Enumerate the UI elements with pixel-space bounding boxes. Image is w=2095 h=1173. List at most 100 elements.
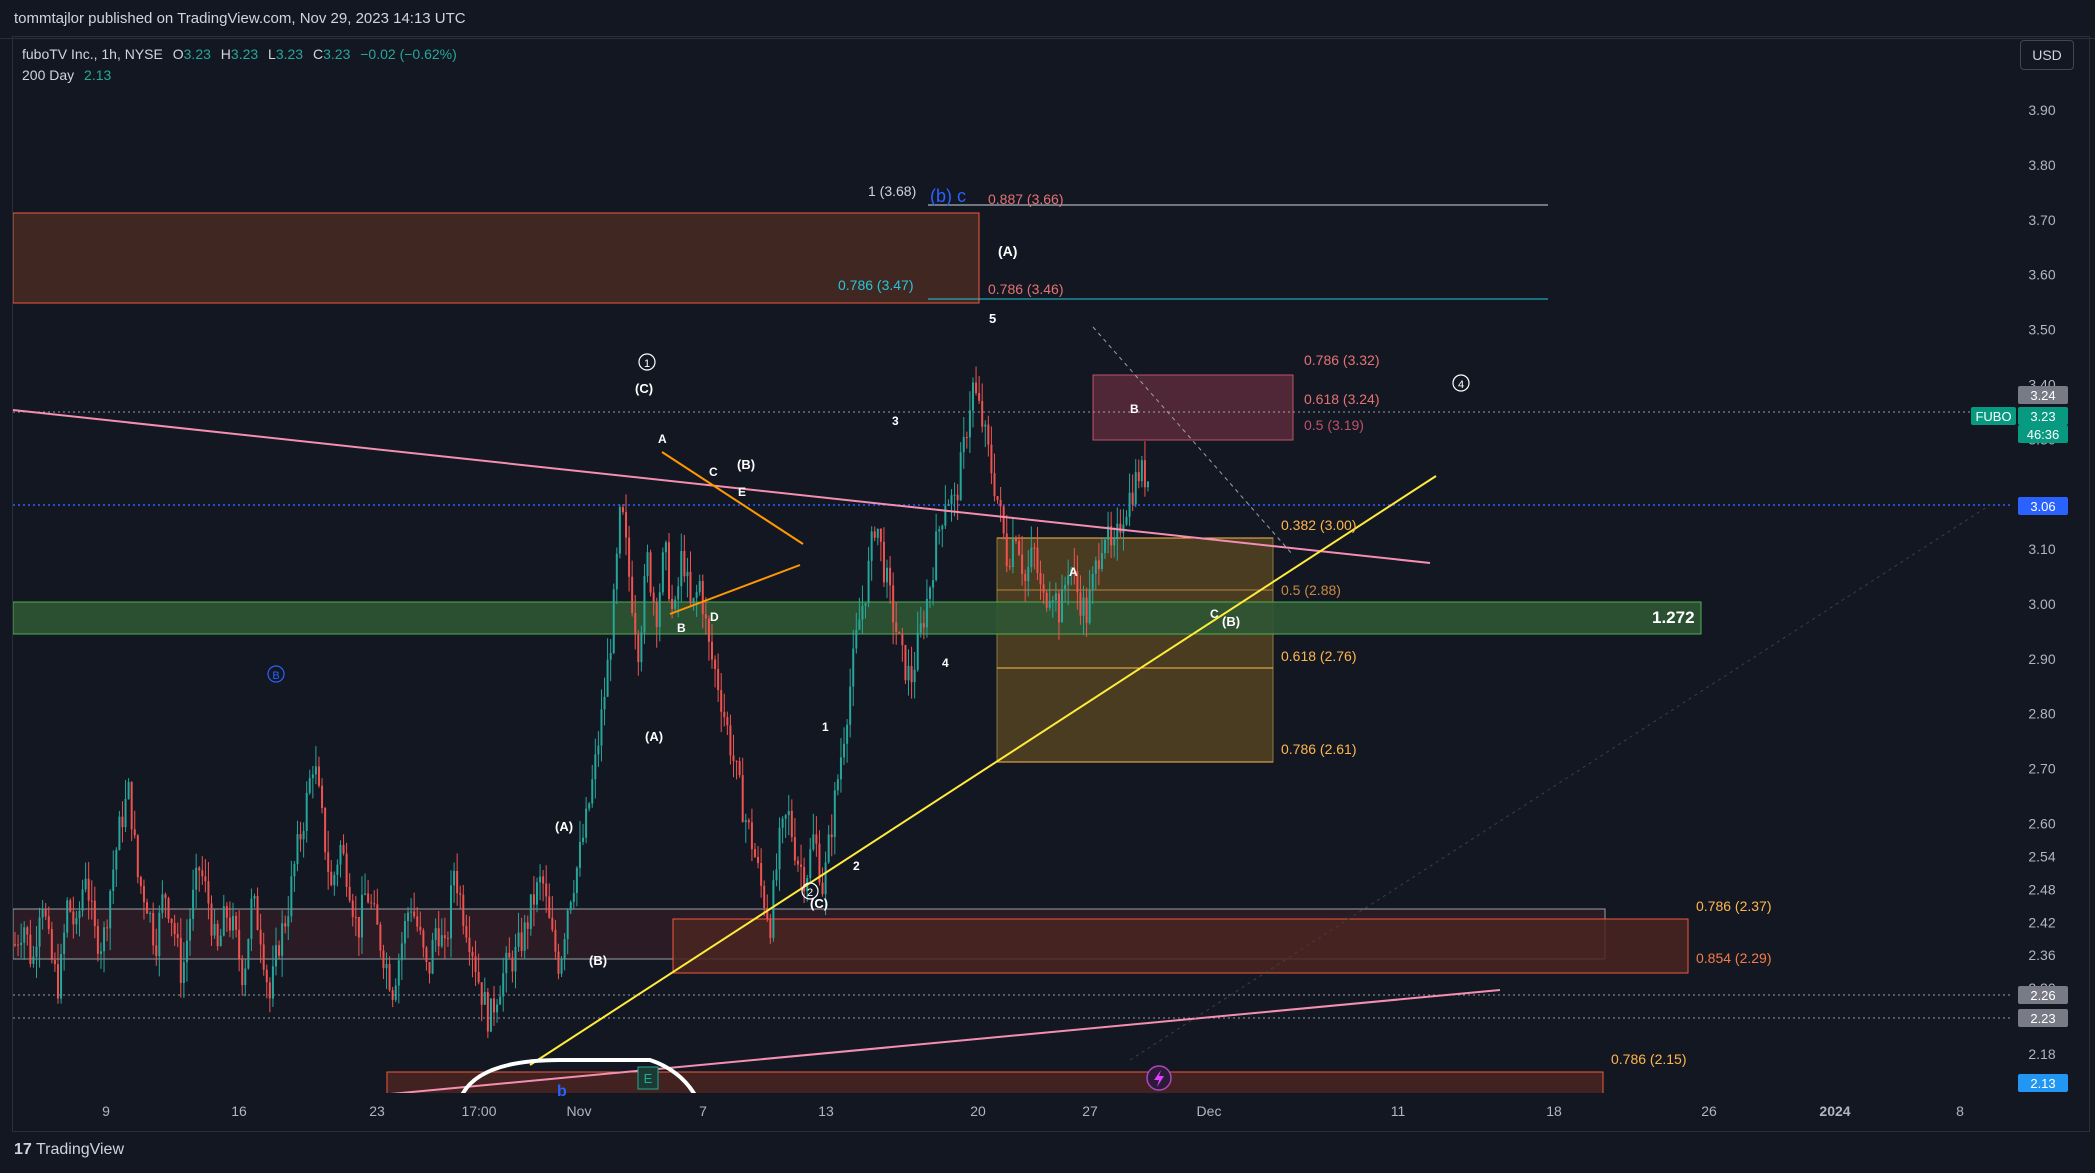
candle-body bbox=[290, 876, 293, 917]
candle-body bbox=[1054, 593, 1057, 601]
candle-body bbox=[671, 598, 674, 609]
candle-body bbox=[1116, 523, 1119, 540]
candle-body bbox=[892, 585, 895, 623]
candle-body bbox=[873, 531, 876, 538]
candle-body bbox=[247, 939, 250, 969]
candle-body bbox=[1045, 592, 1048, 608]
candle-body bbox=[1057, 593, 1060, 623]
candle-body bbox=[1140, 460, 1143, 482]
candle-body bbox=[115, 849, 118, 870]
wave-label-C-small: C bbox=[1210, 607, 1219, 621]
candle-body bbox=[968, 410, 971, 438]
candle-body bbox=[161, 894, 164, 913]
candle-body bbox=[790, 810, 793, 838]
candle-body bbox=[403, 921, 406, 944]
candle-body bbox=[628, 537, 631, 577]
candle-body bbox=[474, 956, 477, 973]
price-tick-9: 2.90 bbox=[2028, 651, 2055, 667]
candle-body bbox=[1119, 523, 1122, 533]
tv-logo-icon: 17 bbox=[14, 1141, 32, 1158]
time-tick-11: 18 bbox=[1546, 1103, 1562, 1119]
candle-body bbox=[284, 923, 287, 927]
candle-body bbox=[250, 898, 253, 940]
candle-body bbox=[695, 592, 698, 598]
candle-body bbox=[1021, 554, 1024, 575]
price-tick-10: 2.80 bbox=[2028, 706, 2055, 722]
candle-body bbox=[434, 928, 437, 940]
candle-body bbox=[560, 959, 563, 974]
price-tick-1: 3.80 bbox=[2028, 157, 2055, 173]
price-scale[interactable]: 3.903.803.703.603.503.403.303.103.002.90… bbox=[2028, 102, 2055, 1062]
candle-body bbox=[1082, 597, 1085, 616]
candle-body bbox=[87, 878, 90, 901]
candle-body bbox=[1147, 481, 1149, 488]
candle-body bbox=[720, 690, 723, 712]
candle-body bbox=[302, 830, 305, 840]
candle-body bbox=[852, 648, 855, 687]
candle-body bbox=[833, 790, 836, 838]
zone-bottom bbox=[386, 1071, 1604, 1093]
candle-body bbox=[800, 864, 803, 867]
candle-body bbox=[514, 946, 517, 972]
candle-body bbox=[898, 631, 901, 634]
candle-body bbox=[855, 629, 858, 649]
candle-body bbox=[330, 871, 333, 886]
candle-body bbox=[213, 923, 216, 936]
candle-body bbox=[14, 944, 16, 946]
legend-change: −0.02 (−0.62%) bbox=[360, 46, 457, 62]
wave-label-5: 5 bbox=[989, 311, 996, 326]
fib-label-1272: 1.272 bbox=[1652, 608, 1695, 627]
candle-body bbox=[723, 711, 726, 718]
time-tick-8: 27 bbox=[1082, 1103, 1098, 1119]
candle-body bbox=[532, 894, 535, 905]
candle-body bbox=[400, 943, 403, 961]
candle-body bbox=[535, 882, 538, 905]
candle-body bbox=[753, 849, 756, 857]
chart-legend: fuboTV Inc., 1h, NYSE O3.23 H3.23 L3.23 … bbox=[22, 44, 457, 86]
candle-body bbox=[1128, 492, 1131, 517]
currency-button[interactable]: USD bbox=[2020, 40, 2074, 70]
candle-body bbox=[1137, 472, 1140, 482]
candle-body bbox=[526, 922, 529, 929]
time-tick-3: 17:00 bbox=[461, 1103, 496, 1119]
lightning-icon[interactable] bbox=[1146, 1065, 1172, 1091]
candle-body bbox=[999, 500, 1002, 507]
wave-label-B-small: B bbox=[1130, 402, 1139, 416]
candle-body bbox=[204, 876, 207, 882]
candle-body bbox=[26, 927, 29, 935]
candle-body bbox=[508, 952, 511, 958]
wave-label-C-top: (C) bbox=[635, 381, 653, 396]
tradingview-logo[interactable]: 17 TradingView bbox=[14, 1141, 124, 1159]
price-badge-6: 2.23 bbox=[2030, 1011, 2055, 1026]
candle-body bbox=[901, 633, 904, 646]
candle-body bbox=[443, 935, 446, 938]
candle-body bbox=[20, 942, 23, 945]
wave-label-1: 1 bbox=[822, 720, 829, 734]
candle-body bbox=[265, 969, 268, 983]
candle-body bbox=[625, 512, 628, 538]
candle-body bbox=[1011, 538, 1014, 568]
candle-body bbox=[677, 586, 680, 600]
price-badge-5: 2.26 bbox=[2030, 988, 2055, 1003]
candle-body bbox=[996, 496, 999, 501]
chart-svg[interactable]: 1 (3.68) 0.887 (3.66) 0.786 (3.47) 0.786… bbox=[0, 0, 2095, 1173]
candle-body bbox=[483, 992, 486, 1005]
candle-body bbox=[618, 507, 621, 554]
price-tick-16: 2.36 bbox=[2028, 947, 2055, 963]
candle-body bbox=[394, 985, 397, 1000]
candle-body bbox=[308, 778, 311, 793]
legend-indicator-label[interactable]: 200 Day bbox=[22, 67, 74, 83]
candle-body bbox=[1005, 533, 1008, 567]
candle-body bbox=[984, 424, 987, 427]
legend-low-label: L bbox=[268, 46, 276, 62]
fib-label-0382-300: 0.382 (3.00) bbox=[1281, 517, 1357, 533]
time-tick-2: 23 bbox=[369, 1103, 385, 1119]
candle-body bbox=[118, 816, 121, 850]
candle-body bbox=[259, 929, 262, 945]
time-scale[interactable]: 9 16 23 17:00 Nov 7 13 20 27 Dec 11 18 26 2024 8 bbox=[102, 1103, 1964, 1119]
legend-low: 3.23 bbox=[275, 46, 304, 62]
candle-body bbox=[861, 605, 864, 620]
candle-body bbox=[342, 845, 345, 854]
candle-body bbox=[339, 845, 342, 865]
candle-body bbox=[686, 571, 689, 577]
